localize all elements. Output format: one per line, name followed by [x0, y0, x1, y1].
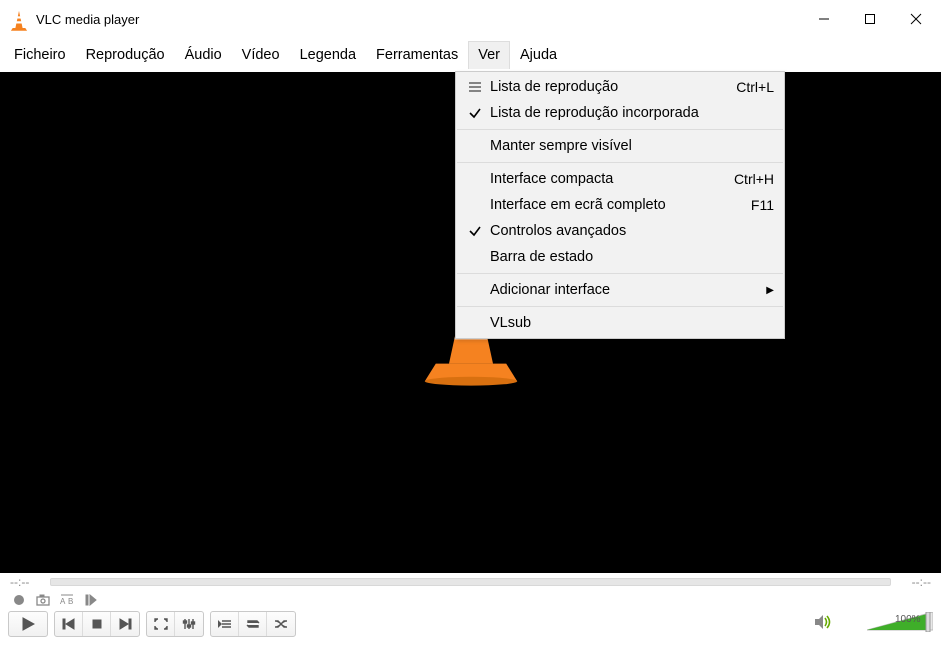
menu-video[interactable]: Vídeo: [232, 41, 290, 69]
minimize-button[interactable]: [801, 3, 847, 35]
menu-separator: [457, 306, 783, 307]
seekbar-row: --:-- --:--: [0, 573, 941, 589]
menu-separator: [457, 273, 783, 274]
play-button[interactable]: [8, 611, 48, 637]
menu-item-interface-em-ecr-completo[interactable]: Interface em ecrã completoF11: [456, 192, 784, 218]
menu-item-shortcut: Ctrl+H: [734, 171, 774, 187]
record-button[interactable]: [8, 591, 30, 609]
menu-reproducao[interactable]: Reprodução: [76, 41, 175, 69]
menu-ver[interactable]: Ver: [468, 41, 510, 69]
menu-item-label: Manter sempre visível: [488, 138, 774, 154]
menu-item-controlos-avan-ados[interactable]: Controlos avançados: [456, 218, 784, 244]
menu-item-manter-sempre-vis-vel[interactable]: Manter sempre visível: [456, 133, 784, 159]
menu-legenda[interactable]: Legenda: [290, 41, 366, 69]
menu-item-label: Barra de estado: [488, 249, 774, 265]
menu-item-label: Lista de reprodução incorporada: [488, 105, 774, 121]
app-icon: [10, 10, 28, 28]
snapshot-button[interactable]: [32, 591, 54, 609]
menu-item-lista-de-reprodu-o-incorporada[interactable]: Lista de reprodução incorporada: [456, 100, 784, 126]
menu-ficheiro[interactable]: Ficheiro: [4, 41, 76, 69]
menu-separator: [457, 162, 783, 163]
menu-item-vlsub[interactable]: VLsub: [456, 310, 784, 336]
check-icon: [462, 106, 488, 120]
bottom-controls: --:-- --:-- AB: [0, 573, 941, 645]
check-icon: [462, 224, 488, 238]
titlebar: VLC media player: [0, 0, 941, 38]
menu-item-label: Lista de reprodução: [488, 79, 736, 95]
loop-button[interactable]: [239, 612, 267, 636]
fullscreen-button[interactable]: [147, 612, 175, 636]
playback-nav-group: [54, 611, 140, 637]
close-button[interactable]: [893, 3, 939, 35]
extended-settings-button[interactable]: [175, 612, 203, 636]
menu-item-barra-de-estado[interactable]: Barra de estado: [456, 244, 784, 270]
menu-separator: [457, 129, 783, 130]
frame-step-button[interactable]: [80, 591, 102, 609]
stop-button[interactable]: [83, 612, 111, 636]
menubar: Ficheiro Reprodução Áudio Vídeo Legenda …: [0, 38, 941, 72]
speaker-icon[interactable]: [813, 613, 833, 636]
menu-item-adicionar-interface[interactable]: Adicionar interface ▶: [456, 277, 784, 303]
view-group: [146, 611, 204, 637]
submenu-arrow-icon: ▶: [766, 285, 774, 296]
total-time: --:--: [899, 575, 931, 589]
main-controls-row: 100%: [0, 609, 941, 641]
shuffle-button[interactable]: [267, 612, 295, 636]
menu-ferramentas[interactable]: Ferramentas: [366, 41, 468, 69]
menu-item-label: Controlos avançados: [488, 223, 774, 239]
previous-button[interactable]: [55, 612, 83, 636]
loop-ab-button[interactable]: AB: [56, 591, 78, 609]
menu-item-lista-de-reprodu-o[interactable]: Lista de reproduçãoCtrl+L: [456, 74, 784, 100]
menu-item-label: VLsub: [488, 315, 774, 331]
playlist-button[interactable]: [211, 612, 239, 636]
volume-area: 100%: [813, 612, 933, 637]
maximize-button[interactable]: [847, 3, 893, 35]
volume-percent: 100%: [895, 614, 921, 625]
advanced-controls-row: AB: [0, 589, 941, 609]
elapsed-time: --:--: [10, 575, 42, 589]
seek-slider[interactable]: [50, 578, 891, 586]
playlist-icon: [462, 81, 488, 93]
svg-text:A: A: [60, 597, 66, 606]
menu-item-label: Interface em ecrã completo: [488, 197, 751, 213]
menu-item-label: Adicionar interface: [488, 282, 760, 298]
menu-item-label: Interface compacta: [488, 171, 734, 187]
menu-item-interface-compacta[interactable]: Interface compactaCtrl+H: [456, 166, 784, 192]
menu-audio[interactable]: Áudio: [175, 41, 232, 69]
menu-item-shortcut: F11: [751, 197, 774, 213]
window-title: VLC media player: [36, 12, 139, 27]
next-button[interactable]: [111, 612, 139, 636]
menu-item-shortcut: Ctrl+L: [736, 79, 774, 95]
playlist-group: [210, 611, 296, 637]
menu-ver-dropdown: Lista de reproduçãoCtrl+LLista de reprod…: [455, 71, 785, 339]
menu-ajuda[interactable]: Ajuda: [510, 41, 567, 69]
svg-text:B: B: [68, 597, 73, 606]
